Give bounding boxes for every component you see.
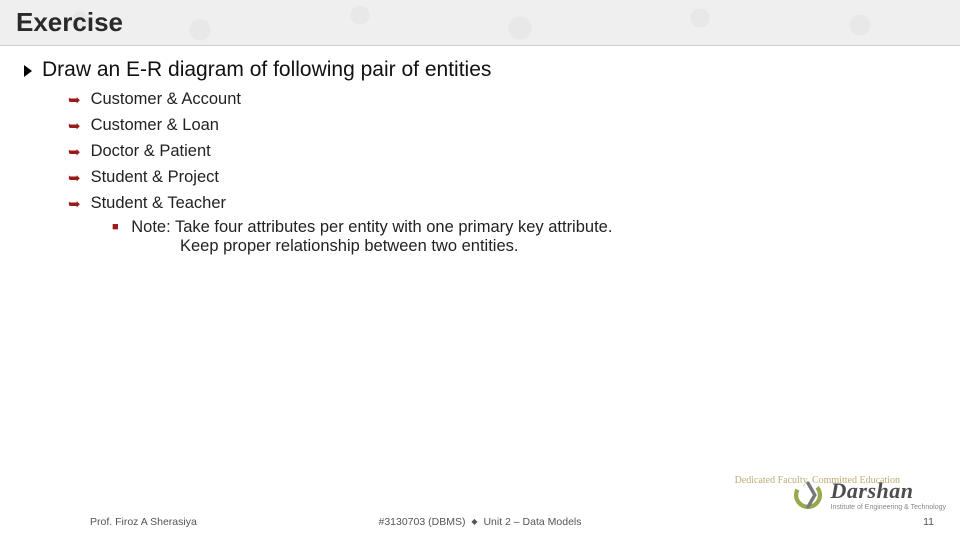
triangle-bullet-icon (24, 65, 32, 77)
footer-center: #3130703 (DBMS) ◆ Unit 2 – Data Models (378, 516, 581, 528)
slide: Exercise Draw an E-R diagram of followin… (0, 0, 960, 540)
logo-text: Darshan Institute of Engineering & Techn… (831, 480, 946, 511)
logo-tagline: Institute of Engineering & Technology (831, 504, 946, 511)
sub-list: ➥ Customer & Account ➥ Customer & Loan ➥… (68, 88, 936, 256)
list-item: ➥ Doctor & Patient (68, 140, 936, 164)
note-text-line1: Note: Take four attributes per entity wi… (131, 218, 612, 236)
square-bullet-icon: ■ (112, 221, 119, 233)
institute-logo: Darshan Institute of Engineering & Techn… (791, 478, 946, 512)
main-bullet-text: Draw an E-R diagram of following pair of… (42, 58, 491, 82)
arrow-bullet-icon: ➥ (68, 168, 81, 190)
footer-course-code: #3130703 (DBMS) (378, 516, 465, 528)
diamond-separator-icon: ◆ (471, 517, 477, 526)
list-item-text: Student & Teacher (91, 192, 226, 216)
logo-name: Darshan (831, 480, 946, 502)
main-bullet: Draw an E-R diagram of following pair of… (24, 58, 936, 82)
list-item: ➥ Customer & Loan (68, 114, 936, 138)
footer-professor: Prof. Firoz A Sherasiya (90, 516, 197, 528)
footer-unit: Unit 2 – Data Models (483, 516, 581, 528)
list-item: ➥ Student & Project (68, 166, 936, 190)
arrow-bullet-icon: ➥ (68, 90, 81, 112)
footer-page-number: 11 (923, 516, 934, 528)
footer: Prof. Firoz A Sherasiya #3130703 (DBMS) … (0, 512, 960, 532)
note-text-line2: Keep proper relationship between two ent… (180, 237, 936, 256)
list-item-text: Customer & Loan (91, 114, 219, 138)
list-item-text: Student & Project (91, 166, 219, 190)
note-block: ■ Note: Take four attributes per entity … (112, 218, 936, 256)
list-item-text: Customer & Account (91, 88, 241, 112)
list-item: ➥ Customer & Account (68, 88, 936, 112)
arrow-bullet-icon: ➥ (68, 116, 81, 138)
logo-mark-icon (791, 478, 825, 512)
header-band: Exercise (0, 0, 960, 46)
slide-title: Exercise (16, 7, 123, 38)
content-area: Draw an E-R diagram of following pair of… (0, 46, 960, 540)
arrow-bullet-icon: ➥ (68, 142, 81, 164)
arrow-bullet-icon: ➥ (68, 194, 81, 216)
note-line: ■ Note: Take four attributes per entity … (112, 218, 936, 237)
list-item: ➥ Student & Teacher (68, 192, 936, 216)
list-item-text: Doctor & Patient (91, 140, 211, 164)
